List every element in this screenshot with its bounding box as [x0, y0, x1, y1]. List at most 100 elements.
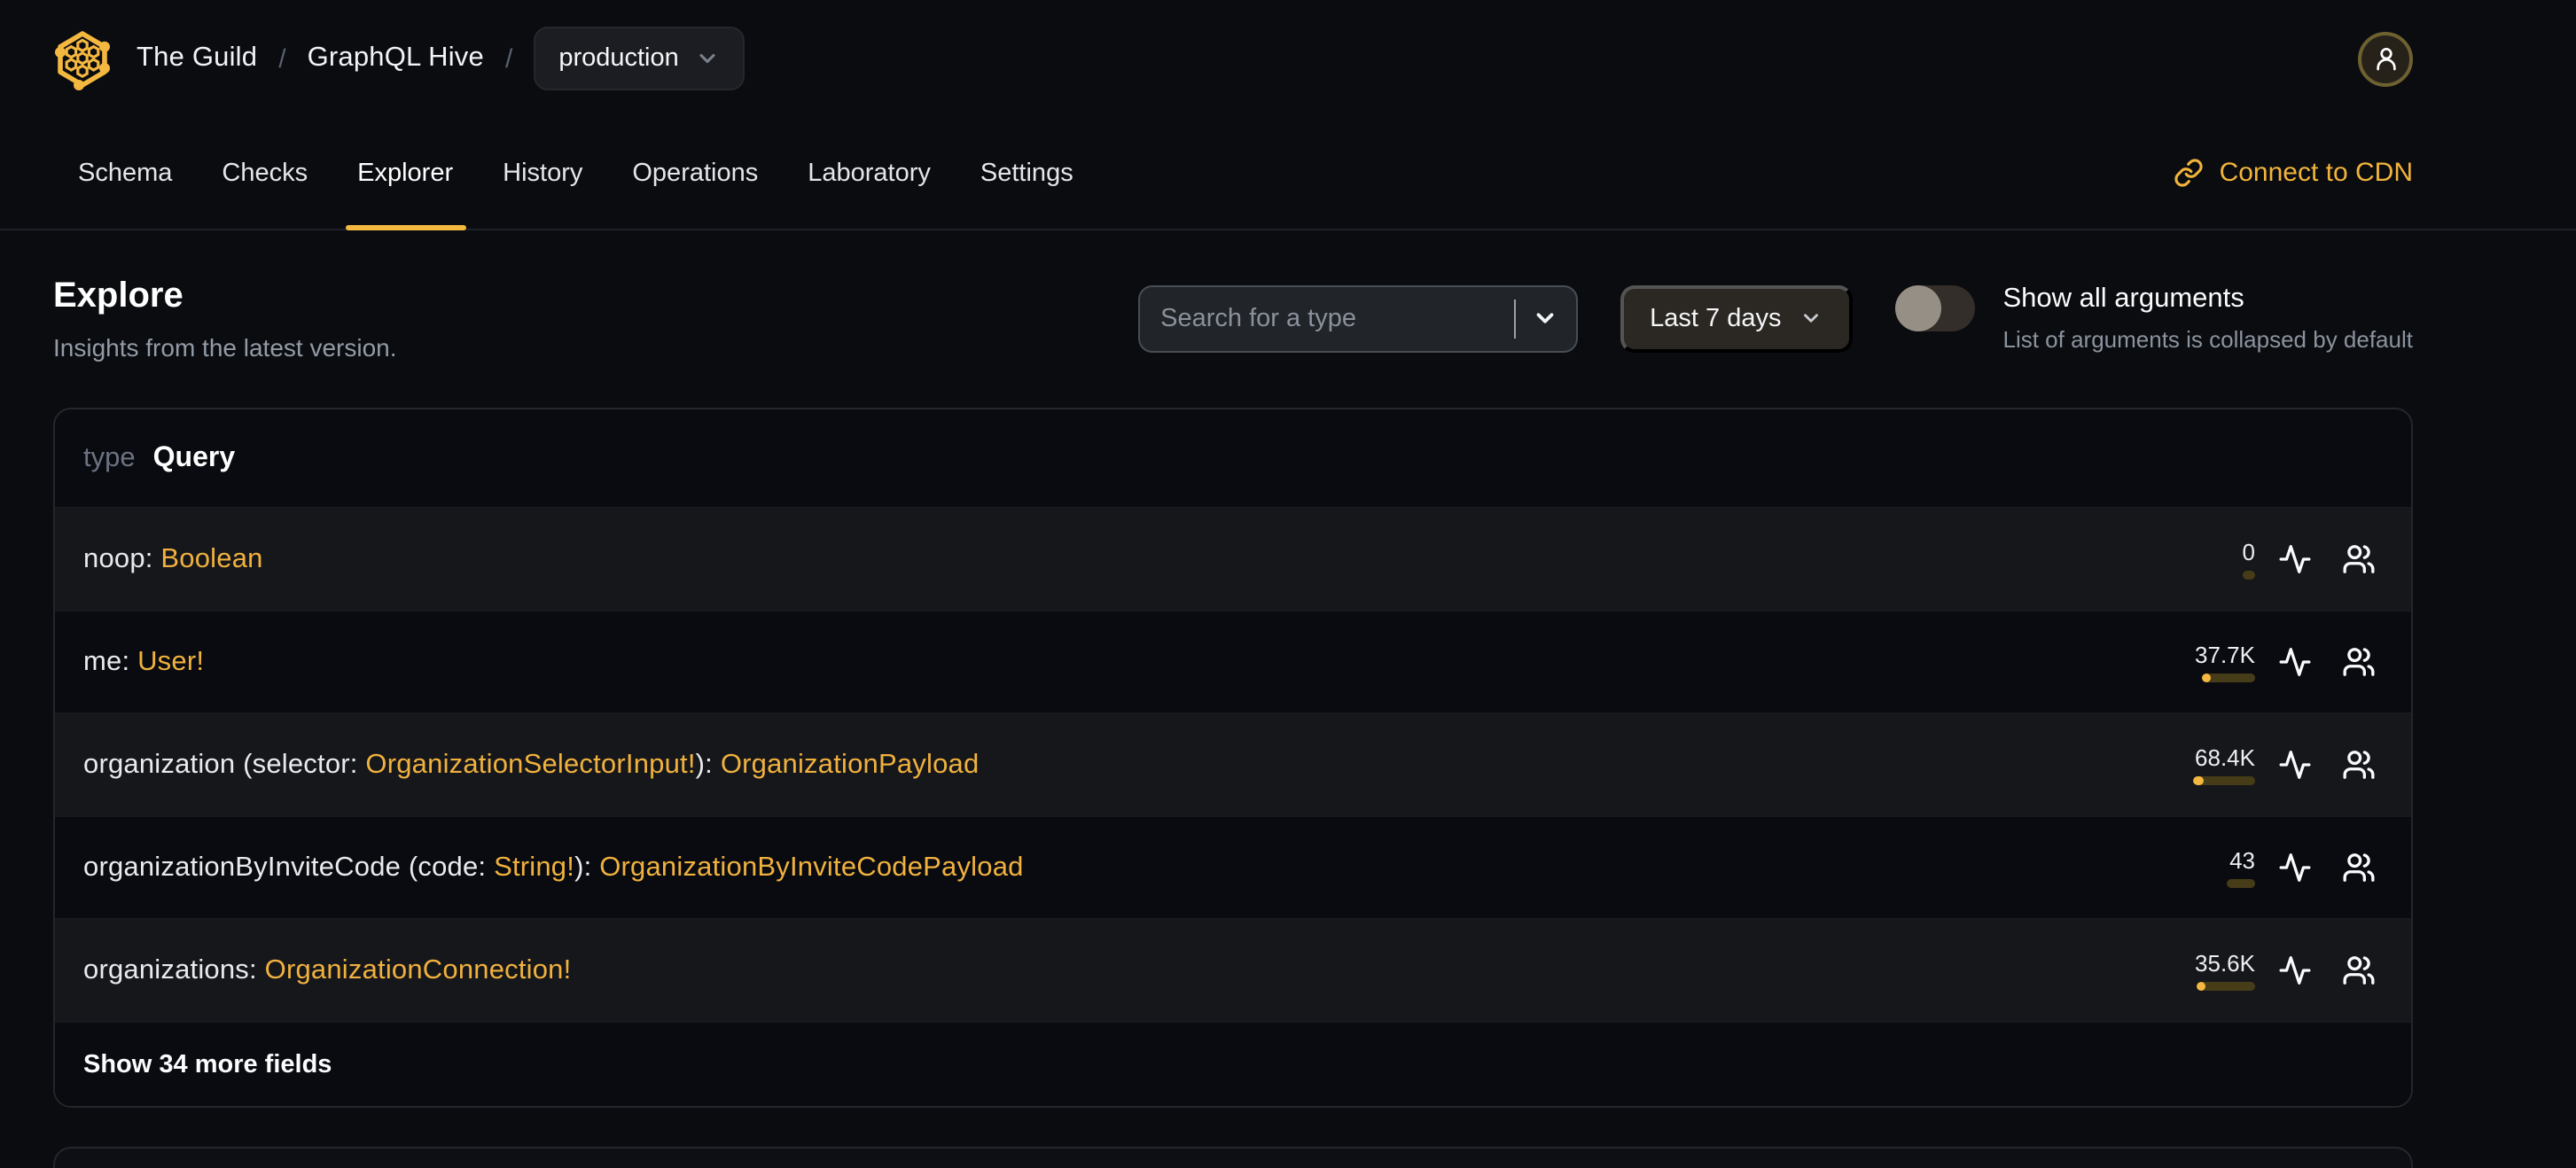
- field-usage: 35.6K: [2156, 950, 2255, 991]
- breadcrumb-separator: /: [504, 43, 513, 74]
- field-stats: 68.4K: [2156, 744, 2376, 785]
- chevron-down-icon: [1803, 314, 1818, 323]
- date-range-selector[interactable]: Last 7 days: [1620, 284, 1853, 352]
- table-row: me: User! 37.7K: [55, 610, 2411, 712]
- user-icon: [2376, 48, 2395, 71]
- field-type-link[interactable]: Boolean: [160, 543, 262, 573]
- field-type-link[interactable]: OrganizationConnection!: [265, 954, 572, 985]
- controls: Last 7 days Show all arguments List of a…: [1137, 276, 2413, 353]
- field-type-link[interactable]: OrganizationPayload: [721, 749, 980, 779]
- chevron-down-icon[interactable]: [1531, 305, 1557, 331]
- page-subtitle: Insights from the latest version.: [53, 333, 397, 362]
- tab-laboratory[interactable]: Laboratory: [783, 117, 956, 229]
- field-usage-bar-fill: [2193, 776, 2204, 785]
- field-usage-bar: [2243, 571, 2255, 580]
- target-selector-value: production: [558, 44, 679, 73]
- type-name: Query: [152, 442, 236, 472]
- field-text: organizationByInviteCode (code:: [83, 852, 495, 882]
- table-row: organizations: OrganizationConnection! 3…: [55, 918, 2411, 1021]
- field-stats: 35.6K: [2156, 950, 2376, 991]
- top-bar: The Guild / GraphQL Hive / production: [0, 0, 2576, 117]
- field-type-link[interactable]: String!: [494, 852, 574, 882]
- type-search-input[interactable]: [1139, 286, 1514, 350]
- field-usage-bar: [2202, 674, 2255, 682]
- app-root: The Guild / GraphQL Hive / production Sc…: [0, 0, 2576, 1168]
- page-title: Explore: [53, 276, 183, 315]
- field-count: 35.6K: [2195, 950, 2255, 977]
- field-text: ):: [574, 852, 600, 882]
- tab-checks[interactable]: Checks: [197, 117, 332, 229]
- table-row: organizationByInviteCode (code: String!)…: [55, 815, 2411, 918]
- project-nav: Schema Checks Explorer History Operations Lab…: [0, 117, 2576, 230]
- field-usage: 37.7K: [2156, 642, 2255, 682]
- type-card-query: type Query noop: Boolean 0 me: User! 37.…: [53, 408, 2413, 1108]
- field-count: 37.7K: [2195, 642, 2255, 668]
- activity-icon[interactable]: [2278, 954, 2312, 987]
- field-signature: noop: Boolean: [83, 543, 263, 575]
- field-count: 68.4K: [2195, 744, 2255, 771]
- show-arguments-switch[interactable]: [1894, 285, 1975, 331]
- users-icon[interactable]: [2342, 954, 2376, 987]
- type-kind-label: type: [83, 442, 136, 472]
- breadcrumb-project[interactable]: GraphQL Hive: [308, 43, 484, 74]
- field-usage-bar: [2193, 776, 2255, 785]
- field-usage: 0: [2156, 539, 2255, 580]
- field-text: ):: [695, 749, 721, 779]
- user-menu-button[interactable]: [2358, 31, 2413, 86]
- field-text: me:: [83, 646, 138, 676]
- field-type-link[interactable]: OrganizationSelectorInput!: [365, 749, 695, 779]
- field-usage-bar-fill: [2202, 674, 2211, 682]
- type-card-header: type Query: [55, 409, 2411, 507]
- tab-operations[interactable]: Operations: [607, 117, 783, 229]
- nav-tabs: Schema Checks Explorer History Operations Lab…: [53, 117, 1098, 230]
- date-range-value: Last 7 days: [1650, 304, 1782, 332]
- field-stats: 43: [2156, 847, 2376, 888]
- connect-to-cdn-label: Connect to CDN: [2219, 158, 2413, 188]
- table-row: organization (selector: OrganizationSele…: [55, 712, 2411, 815]
- field-type-link[interactable]: OrganizationByInviteCodePayload: [599, 852, 1023, 882]
- activity-icon[interactable]: [2278, 851, 2312, 884]
- breadcrumb-org[interactable]: The Guild: [137, 43, 257, 74]
- field-usage: 68.4K: [2156, 744, 2255, 785]
- field-stats: 0: [2156, 539, 2376, 580]
- field-usage: 43: [2156, 847, 2255, 888]
- hive-logo-icon[interactable]: [53, 27, 112, 90]
- field-stats: 37.7K: [2156, 642, 2376, 682]
- field-signature: me: User!: [83, 646, 204, 678]
- activity-icon[interactable]: [2278, 542, 2312, 576]
- field-signature: organizations: OrganizationConnection!: [83, 954, 571, 986]
- users-icon[interactable]: [2342, 851, 2376, 884]
- tab-schema[interactable]: Schema: [53, 117, 197, 229]
- toggle-description: List of arguments is collapsed by defaul…: [2002, 326, 2414, 353]
- field-text: organization (selector:: [83, 749, 366, 779]
- field-type-link[interactable]: User!: [137, 646, 204, 676]
- tab-settings[interactable]: Settings: [956, 117, 1098, 229]
- activity-icon[interactable]: [2278, 645, 2312, 679]
- combobox-divider: [1513, 299, 1516, 338]
- field-count: 43: [2229, 847, 2255, 874]
- tab-history[interactable]: History: [478, 117, 607, 229]
- field-usage-bar: [2227, 879, 2255, 888]
- field-signature: organizationByInviteCode (code: String!)…: [83, 852, 1024, 884]
- target-selector[interactable]: production: [534, 27, 745, 90]
- connect-to-cdn-button[interactable]: Connect to CDN: [2174, 117, 2413, 229]
- field-count: 0: [2242, 539, 2255, 565]
- fields-list: noop: Boolean 0 me: User! 37.7K organiza…: [55, 507, 2411, 1021]
- tab-explorer[interactable]: Explorer: [332, 117, 478, 230]
- show-arguments-toggle-group: Show all arguments List of arguments is …: [1894, 284, 2414, 353]
- users-icon[interactable]: [2342, 645, 2376, 679]
- field-text: organizations:: [83, 954, 265, 985]
- type-search-combobox: [1137, 284, 1578, 352]
- table-row: noop: Boolean 0: [55, 507, 2411, 610]
- field-text: noop:: [83, 543, 161, 573]
- users-icon[interactable]: [2342, 542, 2376, 576]
- chevron-down-icon: [699, 53, 715, 64]
- users-icon[interactable]: [2342, 748, 2376, 782]
- show-more-fields-button[interactable]: Show 34 more fields: [55, 1021, 2411, 1106]
- field-signature: organization (selector: OrganizationSele…: [83, 749, 979, 781]
- toggle-text: Show all arguments List of arguments is …: [2003, 284, 2414, 353]
- link-icon: [2174, 159, 2203, 187]
- field-usage-bar: [2197, 982, 2255, 991]
- activity-icon[interactable]: [2278, 748, 2312, 782]
- switch-knob: [1894, 285, 1941, 331]
